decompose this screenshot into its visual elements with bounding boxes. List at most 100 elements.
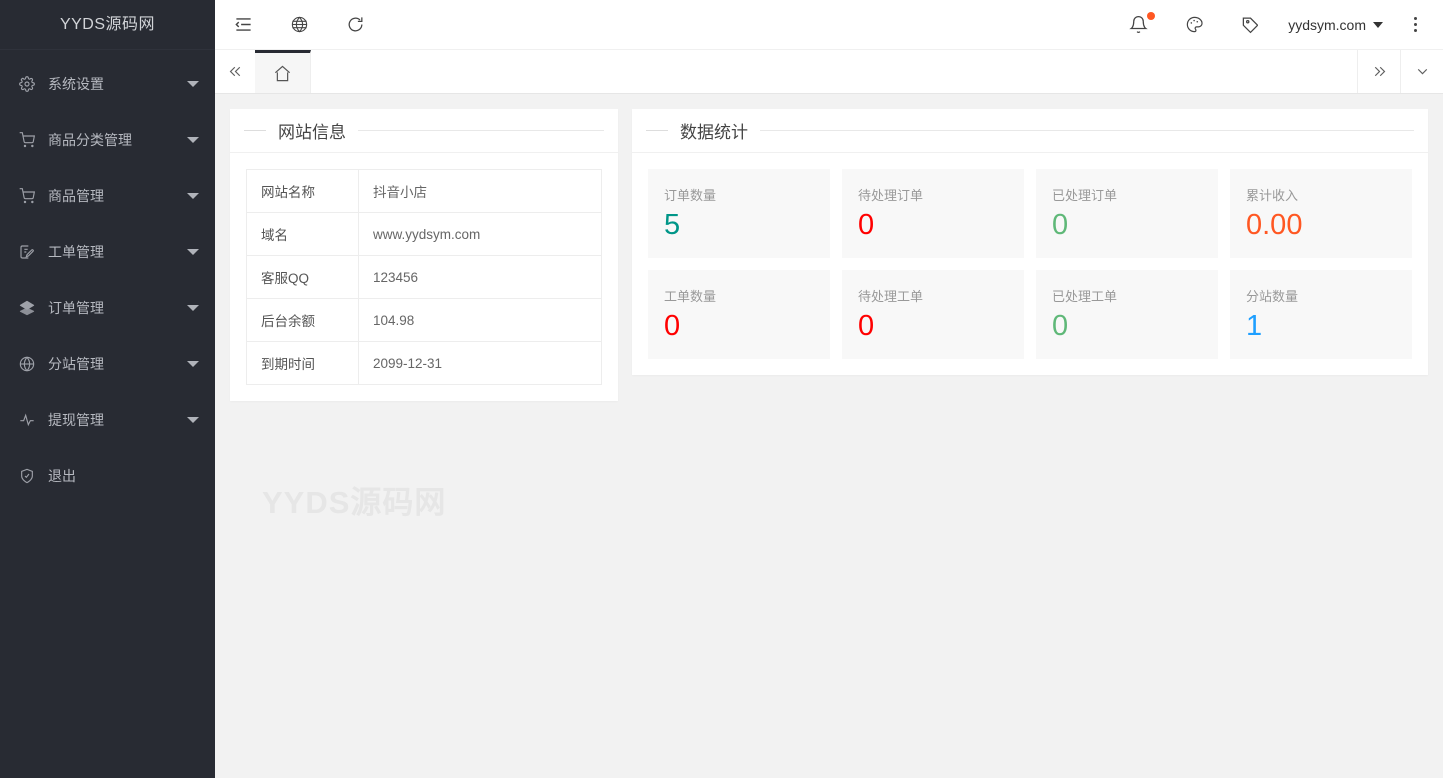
tab-bar-empty-space <box>311 50 1357 93</box>
stat-card-label: 已处理工单 <box>1052 286 1202 305</box>
table-cell-value: 104.98 <box>359 299 602 342</box>
bell-icon[interactable] <box>1110 0 1166 50</box>
sidebar-item-order-management[interactable]: 订单管理 <box>0 280 215 336</box>
menu-fold-icon[interactable] <box>215 0 271 50</box>
globe-icon <box>18 355 36 373</box>
stat-card-label: 已处理订单 <box>1052 185 1202 204</box>
stat-card-label: 分站数量 <box>1246 286 1396 305</box>
stat-card-pending-tickets: 待处理工单 0 <box>842 270 1024 359</box>
table-row: 后台余额 104.98 <box>247 299 602 342</box>
stat-card-value: 0 <box>1052 309 1202 344</box>
stat-card-value: 1 <box>1246 309 1396 344</box>
chevron-down-icon <box>1373 22 1383 28</box>
stat-card-ticket-count: 工单数量 0 <box>648 270 830 359</box>
notification-badge-dot <box>1147 12 1155 20</box>
sidebar-nav: 系统设置 商品分类管理 商品管理 <box>0 50 215 504</box>
sidebar-item-substation-management[interactable]: 分站管理 <box>0 336 215 392</box>
stat-card-substation-count: 分站数量 1 <box>1230 270 1412 359</box>
chevron-down-icon <box>187 137 199 143</box>
stat-card-value: 0 <box>858 208 1008 243</box>
sidebar-item-logout[interactable]: 退出 <box>0 448 215 504</box>
sidebar-item-ticket-management[interactable]: 工单管理 <box>0 224 215 280</box>
tab-bar <box>215 50 1443 94</box>
statistics-panel-body: 订单数量 5 待处理订单 0 已处理订单 0 累计收入 <box>632 153 1428 375</box>
cart-icon <box>18 187 36 205</box>
user-menu[interactable]: yydsym.com <box>1278 0 1395 50</box>
stat-card-value: 0 <box>858 309 1008 344</box>
stat-card-label: 待处理工单 <box>858 286 1008 305</box>
divider-line-left <box>646 130 668 131</box>
sidebar-item-label: 退出 <box>48 466 199 486</box>
statistics-panel-header: 数据统计 <box>632 109 1428 153</box>
refresh-icon[interactable] <box>327 0 383 50</box>
app-root: YYDS源码网 系统设置 商品分类管理 商品管理 <box>0 0 1443 778</box>
sidebar-item-product-management[interactable]: 商品管理 <box>0 168 215 224</box>
chevron-down-icon <box>187 249 199 255</box>
pulse-icon <box>18 411 36 429</box>
stat-card-label: 待处理订单 <box>858 185 1008 204</box>
panel-title: 数据统计 <box>668 118 760 143</box>
sidebar-item-label: 商品分类管理 <box>48 130 187 150</box>
stat-card-value: 0 <box>664 309 814 344</box>
cart-icon <box>18 131 36 149</box>
content-column: yydsym.com <box>215 0 1443 778</box>
divider-line-right <box>358 130 604 131</box>
tag-icon[interactable] <box>1222 0 1278 50</box>
table-cell-value: 抖音小店 <box>359 170 602 213</box>
table-cell-value: 123456 <box>359 256 602 299</box>
user-label: yydsym.com <box>1288 17 1366 33</box>
chevron-down-icon <box>187 417 199 423</box>
stat-card-grid: 订单数量 5 待处理订单 0 已处理订单 0 累计收入 <box>648 169 1412 359</box>
table-row: 域名 www.yydsym.com <box>247 213 602 256</box>
chevron-down-icon[interactable] <box>1400 50 1443 93</box>
stat-card-value: 0 <box>1052 208 1202 243</box>
watermark: YYDS源码网 <box>262 477 446 522</box>
table-row: 客服QQ 123456 <box>247 256 602 299</box>
sidebar-item-system-settings[interactable]: 系统设置 <box>0 56 215 112</box>
header-right-tools: yydsym.com <box>1110 0 1443 50</box>
divider-line-right <box>760 130 1414 131</box>
gear-icon <box>18 75 36 93</box>
stat-card-label: 工单数量 <box>664 286 814 305</box>
table-row: 到期时间 2099-12-31 <box>247 342 602 385</box>
globe-icon[interactable] <box>271 0 327 50</box>
palette-icon[interactable] <box>1166 0 1222 50</box>
table-row: 网站名称 抖音小店 <box>247 170 602 213</box>
sidebar-item-label: 提现管理 <box>48 410 187 430</box>
table-cell-key: 网站名称 <box>247 170 359 213</box>
shield-check-icon <box>18 467 36 485</box>
stat-card-label: 累计收入 <box>1246 185 1396 204</box>
sidebar-item-label: 系统设置 <box>48 74 187 94</box>
site-info-panel: 网站信息 网站名称 抖音小店 域名 www.yydsym.com <box>230 109 618 401</box>
header-left-tools <box>215 0 383 50</box>
table-cell-key: 到期时间 <box>247 342 359 385</box>
table-cell-key: 域名 <box>247 213 359 256</box>
double-chevron-right-icon[interactable] <box>1357 50 1400 93</box>
divider-line-left <box>244 130 266 131</box>
sidebar-item-label: 商品管理 <box>48 186 187 206</box>
form-edit-icon <box>18 243 36 261</box>
layers-icon <box>18 299 36 317</box>
sidebar-item-label: 订单管理 <box>48 298 187 318</box>
double-chevron-left-icon[interactable] <box>215 50 255 93</box>
stat-card-pending-orders: 待处理订单 0 <box>842 169 1024 258</box>
sidebar-item-withdraw-management[interactable]: 提现管理 <box>0 392 215 448</box>
site-info-panel-body: 网站名称 抖音小店 域名 www.yydsym.com 客服QQ 123456 <box>230 153 618 401</box>
chevron-down-icon <box>187 193 199 199</box>
table-cell-value: www.yydsym.com <box>359 213 602 256</box>
stat-card-processed-tickets: 已处理工单 0 <box>1036 270 1218 359</box>
site-info-table: 网站名称 抖音小店 域名 www.yydsym.com 客服QQ 123456 <box>246 169 602 385</box>
table-cell-key: 后台余额 <box>247 299 359 342</box>
top-header: yydsym.com <box>215 0 1443 50</box>
sidebar-item-label: 工单管理 <box>48 242 187 262</box>
more-vertical-icon[interactable] <box>1395 0 1435 50</box>
sidebar-logo: YYDS源码网 <box>0 0 215 50</box>
tab-home[interactable] <box>255 50 311 93</box>
panel-title: 网站信息 <box>266 118 358 143</box>
table-cell-key: 客服QQ <box>247 256 359 299</box>
sidebar-item-product-category[interactable]: 商品分类管理 <box>0 112 215 168</box>
stat-card-processed-orders: 已处理订单 0 <box>1036 169 1218 258</box>
stat-card-value: 0.00 <box>1246 208 1396 243</box>
stat-card-label: 订单数量 <box>664 185 814 204</box>
table-cell-value: 2099-12-31 <box>359 342 602 385</box>
